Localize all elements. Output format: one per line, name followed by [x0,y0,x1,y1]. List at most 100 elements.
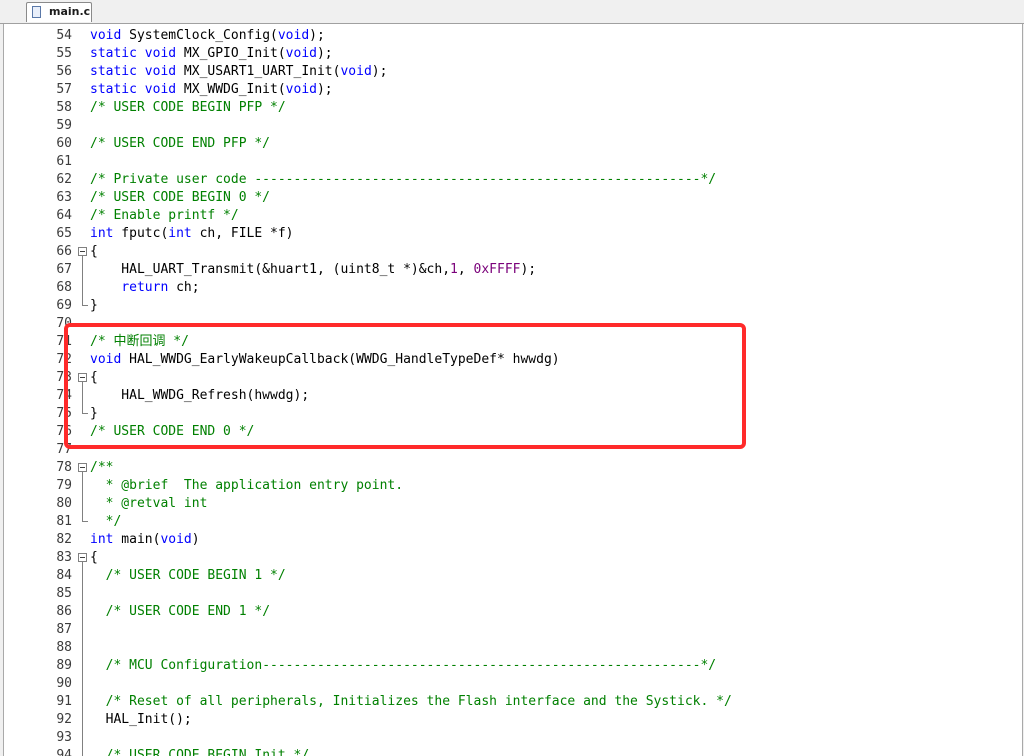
line-number: 75 [56,406,72,421]
fold-guide-line [82,693,83,711]
code-line[interactable]: 80 * @retval int [4,495,1022,513]
comment-token: /* USER CODE END PFP */ [90,136,271,151]
code-line[interactable]: 94 /* USER CODE BEGIN Init */ [4,747,1022,756]
comment-token: /* USER CODE END 1 */ [105,604,271,619]
code-line[interactable]: 73 { [4,369,1022,387]
line-number: 94 [56,748,72,756]
line-number: 59 [56,118,72,133]
fold-collapse-icon[interactable] [78,373,87,382]
line-number: 84 [56,568,72,583]
code-line[interactable]: 92 HAL_Init(); [4,711,1022,729]
code-line[interactable]: 88 [4,639,1022,657]
code-line[interactable]: 55 static void MX_GPIO_Init(void); [4,45,1022,63]
code-token: ) [191,532,200,547]
code-text: { [90,369,98,387]
comment-token: /** [90,460,114,475]
code-line[interactable]: 66 { [4,243,1022,261]
tab-label: main.c [49,5,91,18]
fold-collapse-icon[interactable] [78,247,87,256]
code-line[interactable]: 68 return ch; [4,279,1022,297]
code-line[interactable]: 82 int main(void) [4,531,1022,549]
keyword-token: void [285,46,317,61]
code-text: /* USER CODE BEGIN PFP */ [90,99,286,117]
line-number: 71 [56,334,72,349]
code-text: HAL_UART_Transmit(&huart1, (uint8_t *)&c… [90,261,536,279]
code-line[interactable]: 86 /* USER CODE END 1 */ [4,603,1022,621]
code-token: ); [309,28,325,43]
code-token: { [90,370,98,385]
code-line[interactable]: 90 [4,675,1022,693]
code-token: HAL_Init(); [90,712,192,727]
code-line[interactable]: 63 /* USER CODE BEGIN 0 */ [4,189,1022,207]
fold-guide-line [82,387,83,405]
code-line[interactable]: 70 [4,315,1022,333]
code-line[interactable]: 84 /* USER CODE BEGIN 1 */ [4,567,1022,585]
keyword-token: void [285,82,317,97]
fold-guide-line [82,261,83,279]
code-token: ch, FILE *f) [191,226,294,241]
code-line[interactable]: 60 /* USER CODE END PFP */ [4,135,1022,153]
code-line[interactable]: 87 [4,621,1022,639]
code-text: /* USER CODE END PFP */ [90,135,270,153]
code-line[interactable]: 81 */ [4,513,1022,531]
code-line[interactable]: 54 void SystemClock_Config(void); [4,27,1022,45]
code-line[interactable]: 83 { [4,549,1022,567]
code-line[interactable]: 77 [4,441,1022,459]
code-line[interactable]: 64 /* Enable printf */ [4,207,1022,225]
code-line[interactable]: 56 static void MX_USART1_UART_Init(void); [4,63,1022,81]
code-line[interactable]: 91 /* Reset of all peripherals, Initiali… [4,693,1022,711]
fold-guide-line [82,567,83,585]
code-line[interactable]: 76 /* USER CODE END 0 */ [4,423,1022,441]
code-line[interactable]: 89 /* MCU Configuration-----------------… [4,657,1022,675]
code-token: ); [520,262,537,277]
number-token: 0xFFFF [473,262,521,277]
code-token: SystemClock_Config( [121,28,278,43]
code-text: * @brief The application entry point. [90,477,403,495]
code-line[interactable]: 72 void HAL_WWDG_EarlyWakeupCallback(WWDG… [4,351,1022,369]
keyword-token: int [168,226,192,241]
tab-main-c[interactable]: main.c [26,2,92,22]
keyword-token: void [90,352,122,367]
code-line[interactable]: 62 /* Private user code -----------------… [4,171,1022,189]
fold-guide-line [82,477,83,495]
code-text: void HAL_WWDG_EarlyWakeupCallback(WWDG_H… [90,351,560,369]
code-token: ); [316,46,333,61]
fold-end-marker [82,297,88,306]
line-number: 63 [56,190,72,205]
code-text: /* MCU Configuration--------------------… [90,657,716,675]
code-editor[interactable]: 54 void SystemClock_Config(void); 55 static… [3,24,1023,756]
code-line[interactable]: 74 HAL_WWDG_Refresh(hwwdg); [4,387,1022,405]
comment-token: * @retval int [90,496,208,511]
code-line[interactable]: 93 [4,729,1022,747]
fold-collapse-icon[interactable] [78,463,87,472]
code-line[interactable]: 57 static void MX_WWDG_Init(void); [4,81,1022,99]
code-line[interactable]: 71 /* 中断回调 */ [4,333,1022,351]
code-line[interactable]: 65 int fputc(int ch, FILE *f) [4,225,1022,243]
fold-collapse-icon[interactable] [78,553,87,562]
keyword-token: void [90,28,122,43]
code-line[interactable]: 58 /* USER CODE BEGIN PFP */ [4,99,1022,117]
code-line[interactable]: 78 /** [4,459,1022,477]
line-number: 82 [56,532,72,547]
fold-end-marker [82,405,88,414]
code-line[interactable]: 59 [4,117,1022,135]
code-line[interactable]: 85 [4,585,1022,603]
line-number: 68 [56,280,72,295]
fold-end-marker [82,513,88,522]
code-line[interactable]: 79 * @brief The application entry point. [4,477,1022,495]
fold-guide-line [82,585,83,603]
line-number: 86 [56,604,72,619]
code-line[interactable]: 75} [4,405,1022,423]
keyword-token: return [121,280,169,295]
code-token: MX_WWDG_Init( [176,82,286,97]
code-line[interactable]: 61 [4,153,1022,171]
comment-token: /* USER CODE BEGIN 0 */ [90,190,271,205]
code-line[interactable]: 67 HAL_UART_Transmit(&huart1, (uint8_t *… [4,261,1022,279]
code-line[interactable]: 69} [4,297,1022,315]
code-text: /* Reset of all peripherals, Initializes… [90,693,732,711]
editor-tab-bar: main.c [0,0,1024,24]
code-token: , [457,262,474,277]
code-token: } [90,406,98,421]
line-number: 72 [56,352,72,367]
